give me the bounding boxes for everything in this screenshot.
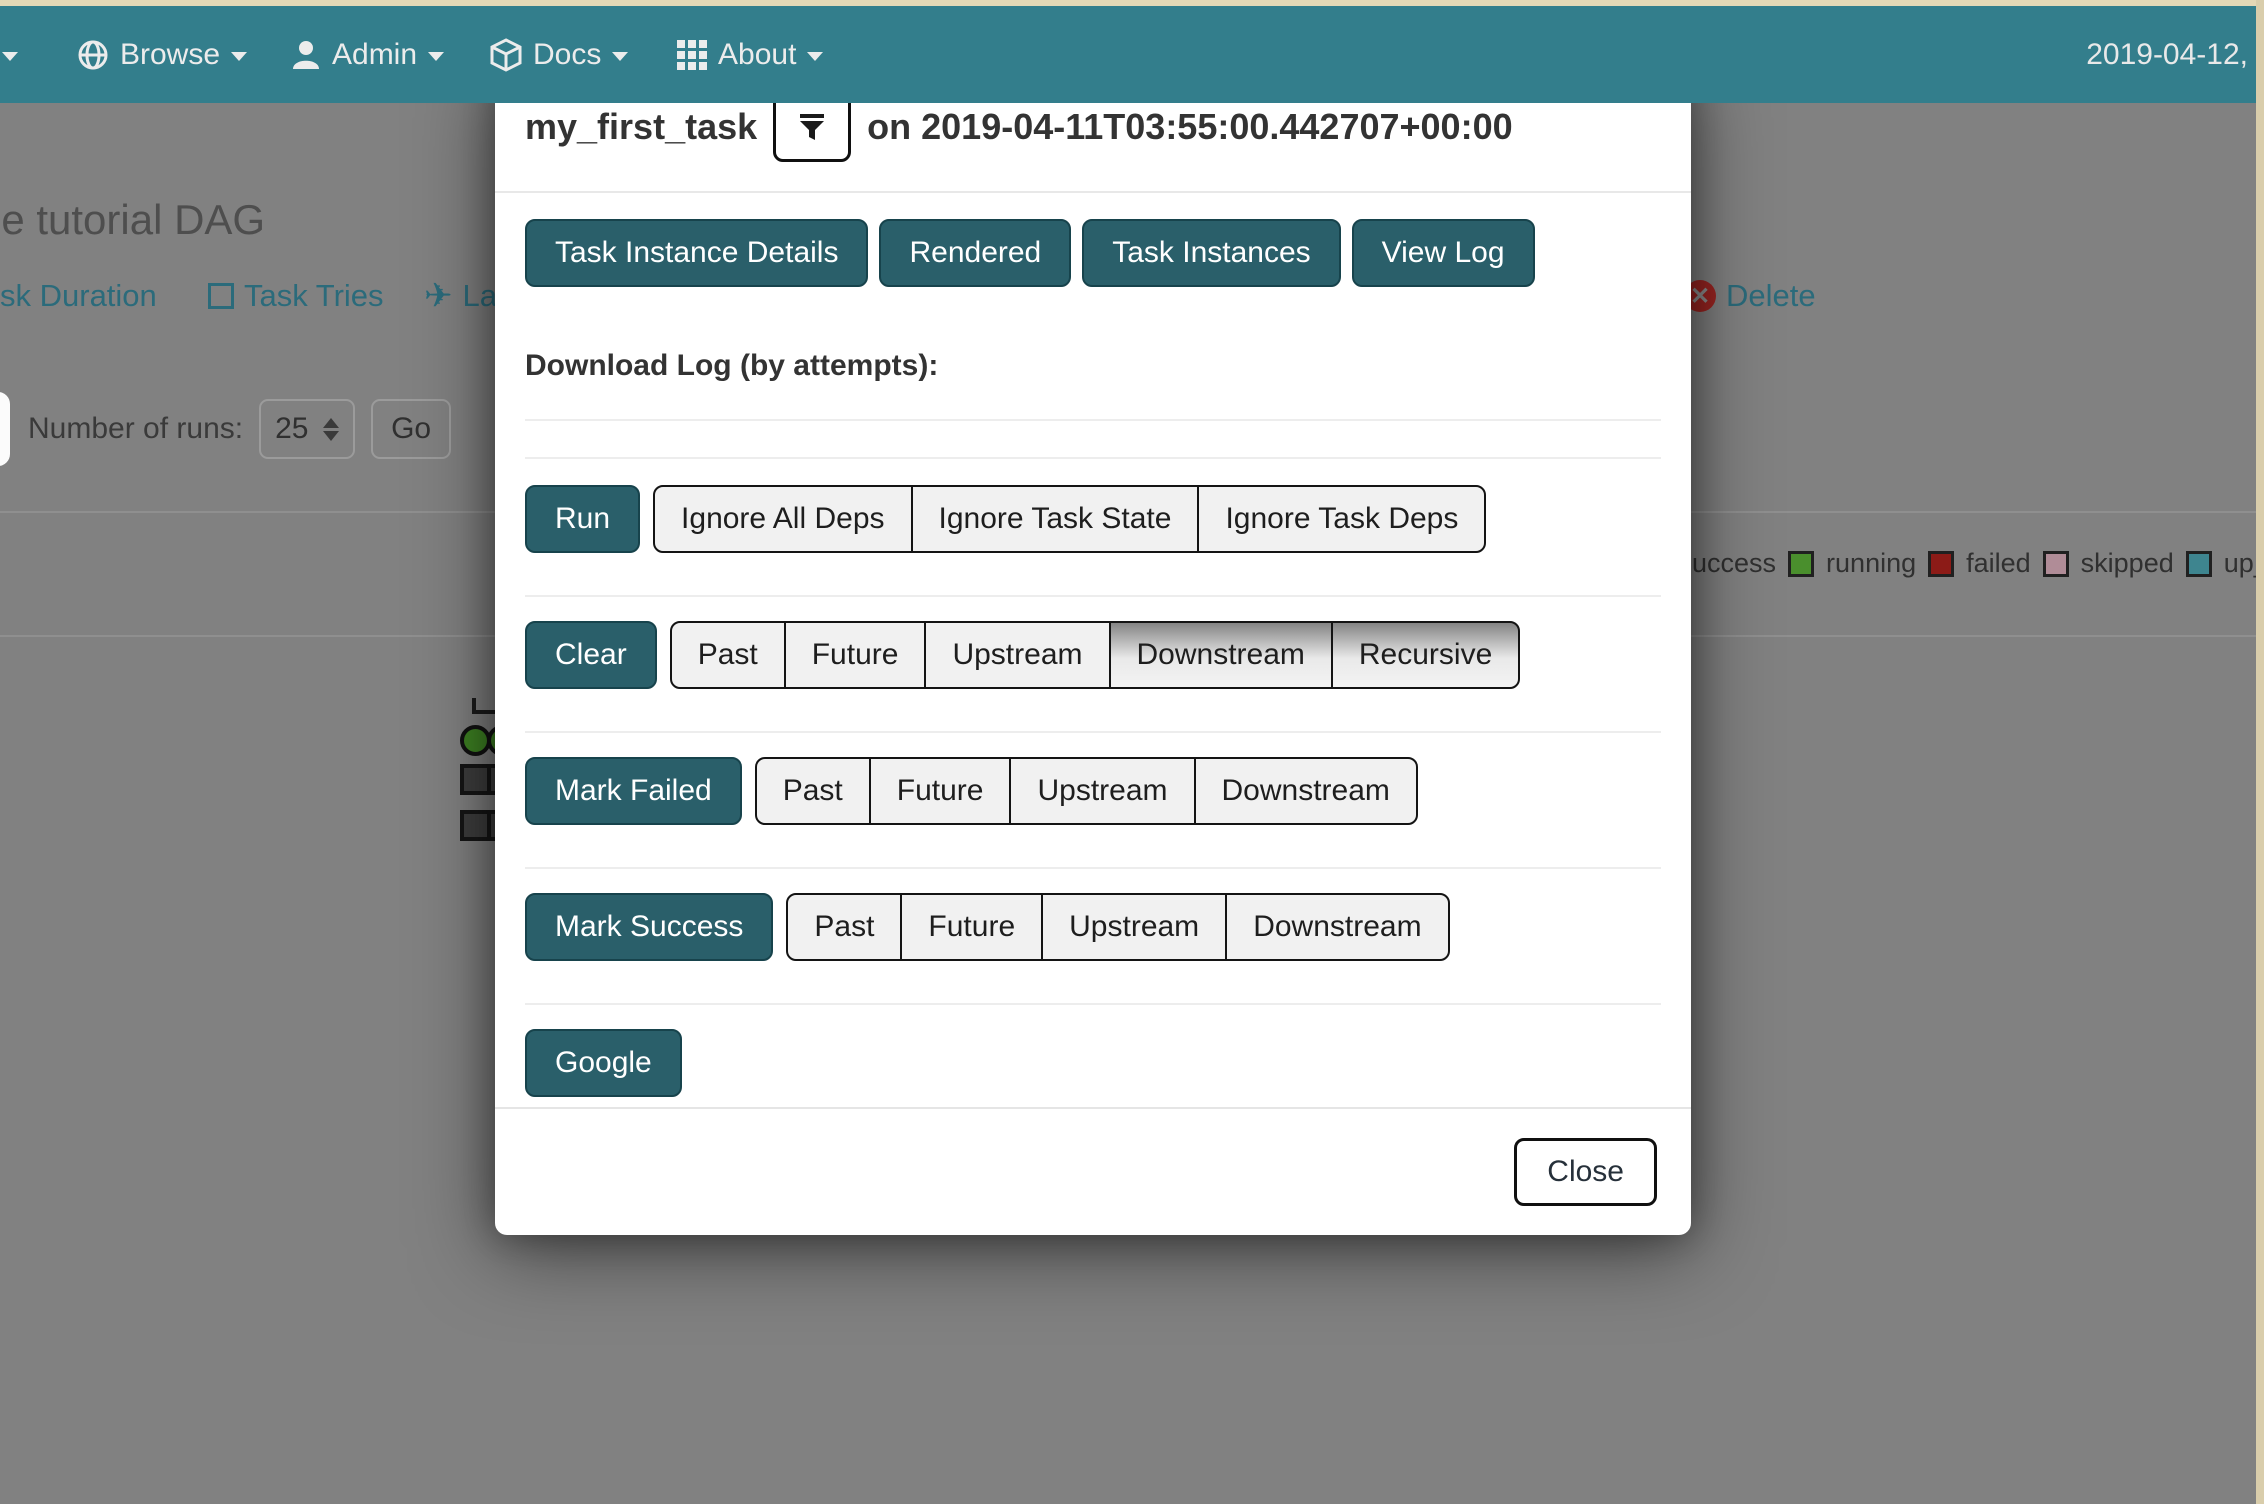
tab-task-duration[interactable]: sk Duration: [0, 278, 157, 314]
spinner-arrows-icon: [323, 418, 339, 441]
run-options-group: Ignore All Deps Ignore Task State Ignore…: [653, 485, 1486, 553]
legend-failed-label: failed: [1966, 548, 2031, 579]
close-button[interactable]: Close: [1514, 1138, 1657, 1206]
user-icon: [291, 39, 321, 71]
nav-menu-about[interactable]: About: [677, 6, 823, 103]
navbar-date: 2019-04-12,: [2086, 6, 2248, 103]
modal-body: Task Instance Details Rendered Task Inst…: [495, 193, 1691, 1097]
window-edge-top: [0, 0, 2264, 6]
clear-downstream-toggle[interactable]: Downstream: [1109, 621, 1333, 689]
modal-footer: Close: [495, 1107, 1691, 1235]
divider: [525, 1003, 1661, 1005]
legend-success-fragment: uccess: [1692, 548, 1776, 579]
clear-recursive-toggle[interactable]: Recursive: [1331, 621, 1520, 689]
navbar: Browse Admin Docs About 2019-04-12,: [0, 6, 2264, 103]
mark-failed-past-toggle[interactable]: Past: [755, 757, 871, 825]
window-edge-right: [2256, 0, 2264, 1504]
mark-success-past-toggle[interactable]: Past: [786, 893, 902, 961]
divider: [525, 731, 1661, 733]
grid-icon: [677, 40, 707, 70]
chevron-down-icon: [612, 52, 628, 61]
mark-failed-future-toggle[interactable]: Future: [869, 757, 1012, 825]
legend-running-swatch: [1788, 551, 1814, 577]
chevron-down-icon: [231, 52, 247, 61]
download-log-heading: Download Log (by attempts):: [525, 349, 1661, 383]
ignore-task-state-toggle[interactable]: Ignore Task State: [911, 485, 1200, 553]
divider: [525, 867, 1661, 869]
number-of-runs-label: Number of runs:: [28, 412, 243, 446]
tab-label: Task Tries: [244, 278, 384, 314]
clear-past-toggle[interactable]: Past: [670, 621, 786, 689]
cube-icon: [490, 38, 522, 72]
tab-task-tries[interactable]: Task Tries: [208, 278, 384, 314]
divider: [525, 457, 1661, 459]
go-button[interactable]: Go: [371, 399, 451, 459]
state-legend: uccess running failed skipped up_for_res…: [1692, 548, 2264, 579]
mark-success-future-toggle[interactable]: Future: [900, 893, 1043, 961]
divider: [525, 419, 1661, 421]
clear-options-group: Past Future Upstream Downstream Recursiv…: [670, 621, 1521, 689]
mark-success-options-group: Past Future Upstream Downstream: [786, 893, 1449, 961]
google-button[interactable]: Google: [525, 1029, 682, 1097]
task-action-modal: my_first_task on 2019-04-11T03:55:00.442…: [495, 63, 1691, 1235]
mark-success-downstream-toggle[interactable]: Downstream: [1225, 893, 1449, 961]
clear-button[interactable]: Clear: [525, 621, 657, 689]
task-instances-button[interactable]: Task Instances: [1082, 219, 1340, 287]
nav-item-label: Docs: [533, 38, 601, 72]
mark-failed-button[interactable]: Mark Failed: [525, 757, 742, 825]
rendered-button[interactable]: Rendered: [879, 219, 1071, 287]
chevron-down-icon: [428, 52, 444, 61]
legend-skipped-swatch: [2043, 551, 2069, 577]
base-date-input-edge[interactable]: [0, 392, 10, 466]
nav-caret-fragment[interactable]: [2, 6, 18, 103]
nav-item-label: Admin: [332, 38, 417, 72]
tab-label: sk Duration: [0, 278, 157, 314]
view-log-button[interactable]: View Log: [1352, 219, 1535, 287]
task-instance-details-button[interactable]: Task Instance Details: [525, 219, 868, 287]
delete-label: Delete: [1726, 278, 1816, 314]
run-button[interactable]: Run: [525, 485, 640, 553]
mark-failed-options-group: Past Future Upstream Downstream: [755, 757, 1418, 825]
mark-success-button[interactable]: Mark Success: [525, 893, 773, 961]
mark-failed-upstream-toggle[interactable]: Upstream: [1009, 757, 1195, 825]
ignore-all-deps-toggle[interactable]: Ignore All Deps: [653, 485, 912, 553]
ignore-task-deps-toggle[interactable]: Ignore Task Deps: [1197, 485, 1486, 553]
legend-running-label: running: [1826, 548, 1916, 579]
nav-menu-docs[interactable]: Docs: [490, 6, 628, 103]
plane-icon: ✈︎: [424, 279, 453, 313]
clear-upstream-toggle[interactable]: Upstream: [924, 621, 1110, 689]
dag-page-title: le tutorial DAG: [0, 196, 265, 244]
mark-success-upstream-toggle[interactable]: Upstream: [1041, 893, 1227, 961]
globe-icon: [77, 39, 109, 71]
nav-menu-browse[interactable]: Browse: [77, 6, 247, 103]
nav-item-label: Browse: [120, 38, 220, 72]
delete-link[interactable]: ✕ Delete: [1684, 278, 1816, 314]
legend-failed-swatch: [1928, 551, 1954, 577]
nav-menu-admin[interactable]: Admin: [291, 6, 444, 103]
modal-task-name: my_first_task: [525, 106, 757, 148]
clear-future-toggle[interactable]: Future: [784, 621, 927, 689]
number-of-runs-select[interactable]: 25: [259, 399, 355, 459]
legend-reschedule-swatch: [2186, 551, 2212, 577]
chevron-down-icon: [807, 52, 823, 61]
filter-icon: [794, 110, 830, 144]
modal-execution-date: on 2019-04-11T03:55:00.442707+00:00: [867, 106, 1512, 148]
square-icon: [208, 283, 234, 309]
legend-skipped-label: skipped: [2081, 548, 2174, 579]
chevron-down-icon: [2, 52, 18, 61]
nav-item-label: About: [718, 38, 796, 72]
mark-failed-downstream-toggle[interactable]: Downstream: [1194, 757, 1418, 825]
divider: [525, 595, 1661, 597]
runs-value: 25: [275, 412, 308, 446]
